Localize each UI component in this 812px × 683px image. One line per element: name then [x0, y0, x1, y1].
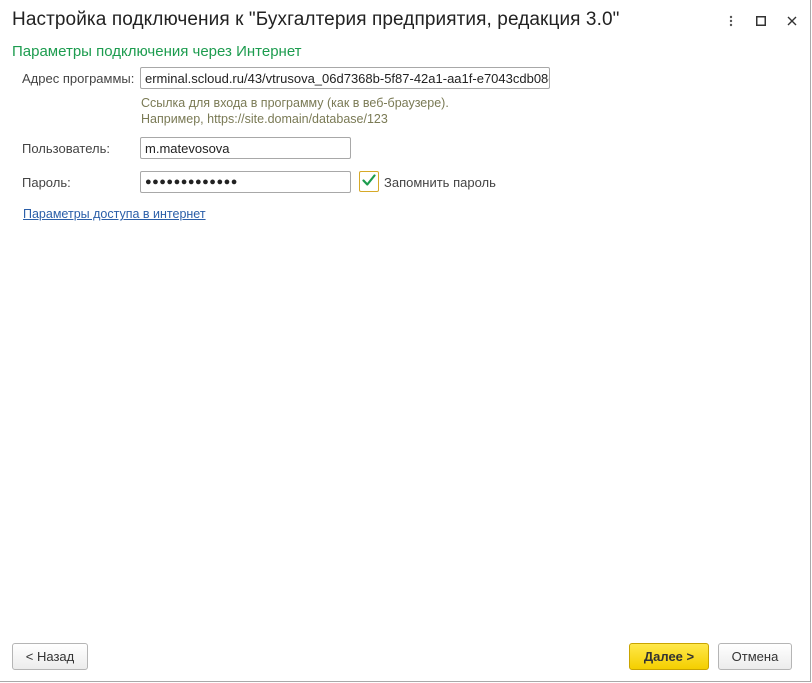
password-value: ●●●●●●●●●●●●● — [145, 176, 238, 188]
window-title: Настройка подключения к "Бухгалтерия пре… — [12, 9, 620, 30]
user-value: m.matevosova — [145, 141, 230, 156]
back-button[interactable]: < Назад — [12, 643, 88, 670]
internet-access-settings-link[interactable]: Параметры доступа в интернет — [23, 207, 206, 221]
address-value: erminal.scloud.ru/43/vtrusova_06d7368b-5… — [145, 71, 550, 86]
title-bar: Настройка подключения к "Бухгалтерия пре… — [0, 0, 811, 40]
address-hint-line2: Например, https://site.domain/database/1… — [141, 112, 388, 126]
address-hint-line1: Ссылка для входа в программу (как в веб-… — [141, 96, 449, 110]
address-input[interactable]: erminal.scloud.ru/43/vtrusova_06d7368b-5… — [140, 67, 550, 89]
remember-password-label[interactable]: Запомнить пароль — [384, 175, 496, 190]
section-title: Параметры подключения через Интернет — [12, 43, 302, 60]
more-vertical-icon[interactable] — [722, 12, 740, 30]
user-input[interactable]: m.matevosova — [140, 137, 351, 159]
next-button[interactable]: Далее > — [629, 643, 709, 670]
close-icon[interactable] — [783, 12, 801, 30]
checkmark-icon — [362, 173, 376, 190]
password-label: Пароль: — [22, 175, 71, 190]
remember-password-checkbox[interactable] — [359, 171, 379, 192]
cancel-button[interactable]: Отмена — [718, 643, 792, 670]
maximize-icon[interactable] — [752, 12, 770, 30]
password-input[interactable]: ●●●●●●●●●●●●● — [140, 171, 351, 193]
address-label: Адрес программы: — [22, 71, 135, 86]
dialog-window: Настройка подключения к "Бухгалтерия пре… — [0, 0, 811, 682]
user-label: Пользователь: — [22, 141, 110, 156]
